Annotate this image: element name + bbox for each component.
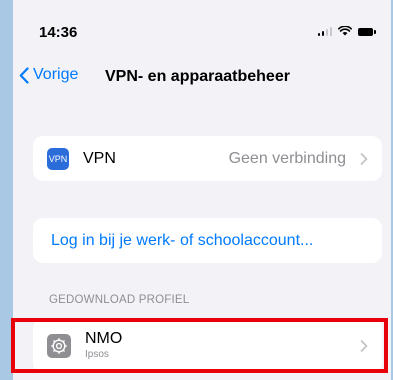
chevron-right-icon xyxy=(360,152,368,165)
navigation-bar: Vorige VPN- en apparaatbeheer xyxy=(13,62,391,90)
section-header-downloaded-profile: GEDOWNLOAD PROFIEL xyxy=(49,294,190,306)
back-label: Vorige xyxy=(33,66,79,83)
status-time: 14:36 xyxy=(39,24,78,41)
phone-screen: 14:36 Vorige VPN- en apparaatbeheer VPN … xyxy=(13,0,391,380)
profile-subtitle: Ipsos xyxy=(85,349,109,360)
cellular-signal-icon xyxy=(317,26,332,36)
vpn-status: Geen verbinding xyxy=(228,149,346,167)
battery-icon xyxy=(358,28,376,36)
wifi-icon xyxy=(338,26,352,36)
vpn-row[interactable]: VPN VPN Geen verbinding xyxy=(33,136,382,181)
chevron-right-icon xyxy=(360,339,368,352)
login-row[interactable]: Log in bij je werk- of schoolaccount... xyxy=(33,218,382,263)
status-icons xyxy=(317,26,376,36)
vpn-label: VPN xyxy=(83,149,116,167)
back-button[interactable]: Vorige xyxy=(19,66,78,84)
vpn-icon: VPN xyxy=(47,147,69,170)
status-bar: 14:36 xyxy=(13,0,391,44)
chevron-left-icon xyxy=(19,66,29,84)
gear-icon xyxy=(47,333,71,358)
login-work-school-link[interactable]: Log in bij je werk- of schoolaccount... xyxy=(51,232,313,250)
page-title: VPN- en apparaatbeheer xyxy=(105,68,290,85)
profile-row[interactable]: NMO Ipsos xyxy=(33,318,382,373)
profile-name: NMO xyxy=(85,330,123,347)
profile-text: NMO Ipsos xyxy=(85,329,122,362)
